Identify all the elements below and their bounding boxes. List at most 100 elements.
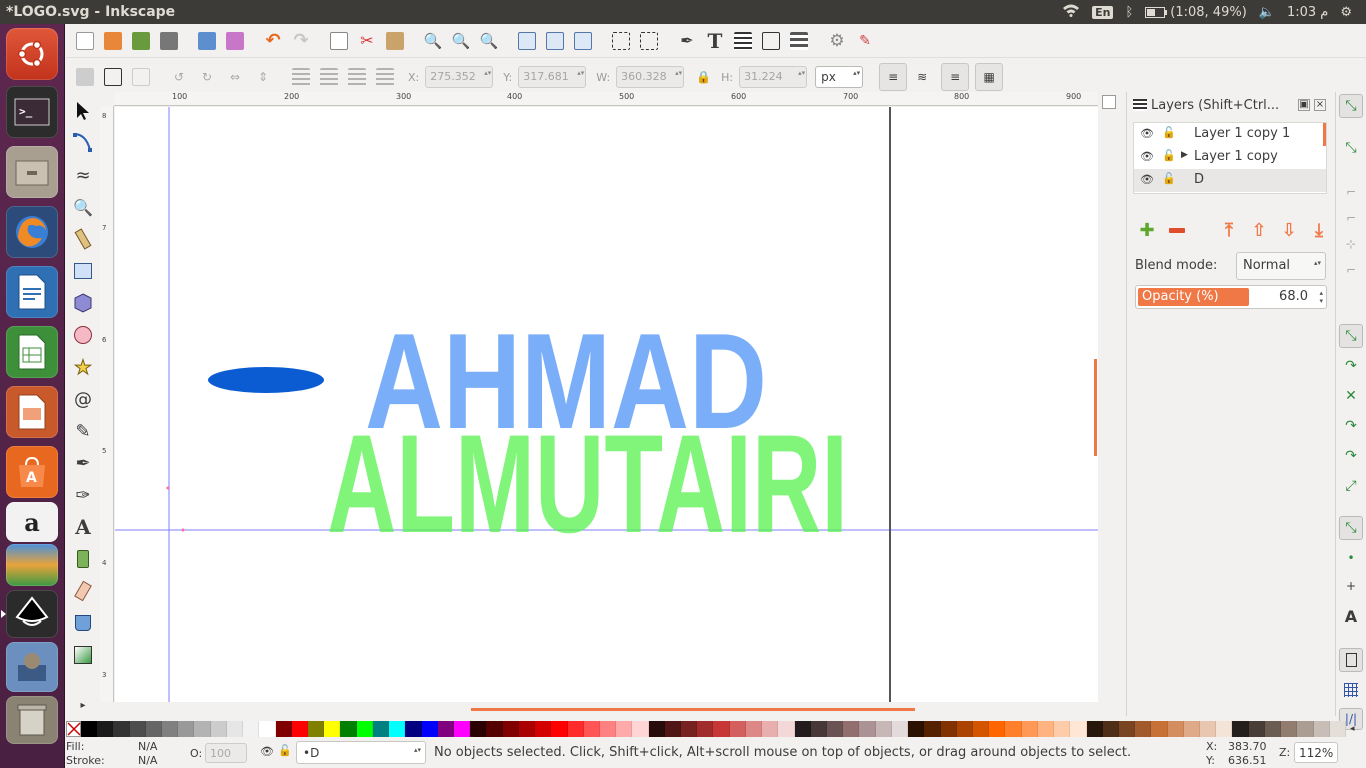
undo-button[interactable]: ↶ <box>260 28 286 54</box>
spray-tool[interactable] <box>70 546 96 572</box>
eraser-tool[interactable] <box>70 578 96 604</box>
clock[interactable]: 1:03 م <box>1287 5 1328 20</box>
text-font-button[interactable]: T <box>702 28 728 54</box>
color-swatch[interactable] <box>1232 721 1249 737</box>
redo-button[interactable]: ↷ <box>288 28 314 54</box>
stacked-apps-icon[interactable] <box>6 544 58 586</box>
bluetooth-icon[interactable]: ᛒ <box>1125 5 1133 20</box>
snap-midpoints-toggle[interactable]: ⤢ <box>1339 474 1363 498</box>
color-swatch[interactable] <box>956 721 973 737</box>
snap-cusp-toggle[interactable]: ↷ <box>1339 414 1363 438</box>
wifi-icon[interactable] <box>1062 3 1080 21</box>
inkscape-icon[interactable] <box>6 590 58 638</box>
color-swatch[interactable] <box>535 721 552 737</box>
zoom-field[interactable]: 112% <box>1294 742 1338 763</box>
color-swatch[interactable] <box>389 721 406 737</box>
unlocked-icon[interactable]: 🔓 <box>1162 172 1176 185</box>
current-layer-select[interactable]: •D <box>296 741 426 764</box>
unlocked-icon[interactable]: 🔓 <box>1162 126 1176 139</box>
gimp-icon[interactable] <box>6 642 58 692</box>
snap-bbox-midpoint-toggle[interactable]: ⊹ <box>1339 232 1363 256</box>
3d-box-tool[interactable] <box>70 290 96 316</box>
layer-list[interactable]: 👁 🔓 Layer 1 copy 1 👁 🔓 ▶ Layer 1 copy 👁 … <box>1133 122 1327 194</box>
ungroup-button[interactable] <box>636 28 662 54</box>
color-swatch[interactable] <box>437 721 454 737</box>
snap-bbox-toggle[interactable]: ⤡ <box>1339 136 1363 160</box>
new-document-button[interactable] <box>72 28 98 54</box>
color-swatch[interactable] <box>940 721 957 737</box>
pencil-tool[interactable]: ✎ <box>70 418 96 444</box>
color-swatch[interactable] <box>178 721 195 737</box>
text-tool[interactable]: A <box>70 514 96 540</box>
color-swatch[interactable] <box>567 721 584 737</box>
stroke-value[interactable]: N/A <box>138 754 157 767</box>
color-swatch[interactable] <box>291 721 308 737</box>
color-swatch[interactable] <box>259 721 276 737</box>
snap-rotation-center-toggle[interactable]: + <box>1339 574 1363 598</box>
color-swatch[interactable] <box>1086 721 1103 737</box>
print-button[interactable] <box>156 28 182 54</box>
scale-stroke-toggle[interactable]: ≡ <box>879 63 908 91</box>
vertical-scroll-thumb[interactable] <box>1094 359 1097 456</box>
color-swatch[interactable] <box>891 721 909 737</box>
select-all-button[interactable] <box>72 64 98 90</box>
color-swatch[interactable] <box>145 721 163 737</box>
color-swatch[interactable] <box>162 721 179 737</box>
add-layer-button[interactable]: ✚ <box>1137 220 1157 241</box>
snap-center-toggle[interactable]: • <box>1339 546 1363 570</box>
opacity-value[interactable]: 68.0 <box>1279 289 1308 304</box>
color-swatch[interactable] <box>908 721 925 737</box>
color-swatch[interactable] <box>486 721 503 737</box>
gradient-tool[interactable] <box>70 642 96 668</box>
horizontal-scrollbar[interactable] <box>115 702 1098 716</box>
color-swatch[interactable] <box>794 721 811 737</box>
color-swatch[interactable] <box>324 721 341 737</box>
color-swatch[interactable] <box>80 721 98 737</box>
move-gradients-toggle[interactable]: ≡ <box>941 63 970 91</box>
color-swatch[interactable] <box>681 721 698 737</box>
color-swatch[interactable] <box>1264 721 1282 737</box>
zoom-drawing-button[interactable]: 🔍 <box>448 28 474 54</box>
color-swatch[interactable] <box>551 721 568 737</box>
measure-tool[interactable] <box>70 226 96 252</box>
raise-to-top-button[interactable] <box>372 64 398 90</box>
h-field[interactable]: 31.224 <box>739 66 808 88</box>
zoom-page-button[interactable]: 🔍 <box>476 28 502 54</box>
color-swatch[interactable] <box>1102 721 1119 737</box>
color-swatch[interactable] <box>762 721 779 737</box>
opacity-slider[interactable]: Opacity (%) 68.0 ▴ ▾ <box>1135 285 1327 309</box>
snap-others-toggle[interactable]: ⤡ <box>1339 516 1363 540</box>
color-swatch[interactable] <box>843 721 860 737</box>
fill-value[interactable]: N/A <box>138 740 157 753</box>
firefox-icon[interactable] <box>6 206 58 258</box>
x-field[interactable]: 275.352 <box>425 66 494 88</box>
toolbox-more-arrow[interactable]: ▸ <box>70 692 96 718</box>
flip-horizontal-button[interactable]: ⇔ <box>222 64 248 90</box>
color-swatch[interactable] <box>1037 721 1055 737</box>
unlink-clone-button[interactable] <box>570 28 596 54</box>
group-button[interactable] <box>608 28 634 54</box>
calligraphy-tool[interactable]: ✑ <box>70 482 96 508</box>
snap-bbox-corner-toggle[interactable]: ⌐ <box>1339 206 1363 230</box>
eye-visible-icon[interactable]: 👁 <box>1140 127 1154 140</box>
snap-bbox-edge-toggle[interactable]: ⌐ <box>1339 180 1363 204</box>
color-swatch[interactable] <box>778 721 795 737</box>
color-swatch[interactable] <box>97 721 114 737</box>
color-swatch[interactable] <box>859 721 876 737</box>
ellipse-tool[interactable] <box>70 322 96 348</box>
color-swatch[interactable] <box>1329 721 1346 737</box>
terminal-icon[interactable]: >_ <box>6 86 58 138</box>
snap-paths-toggle[interactable]: ↷ <box>1339 354 1363 378</box>
color-swatch[interactable] <box>210 721 227 737</box>
selector-tool[interactable] <box>70 98 96 124</box>
blend-mode-select[interactable]: Normal <box>1236 252 1326 280</box>
color-swatch[interactable] <box>129 721 146 737</box>
color-swatch[interactable] <box>113 721 130 737</box>
color-swatch[interactable] <box>664 721 682 737</box>
battery-indicator[interactable]: (1:08, 49%) <box>1145 5 1247 20</box>
color-swatch[interactable] <box>1281 721 1298 737</box>
color-swatch[interactable] <box>1054 721 1071 737</box>
color-swatch[interactable] <box>924 721 941 737</box>
export-button[interactable] <box>222 28 248 54</box>
snap-enable-toggle[interactable]: ⤡ <box>1339 94 1363 118</box>
